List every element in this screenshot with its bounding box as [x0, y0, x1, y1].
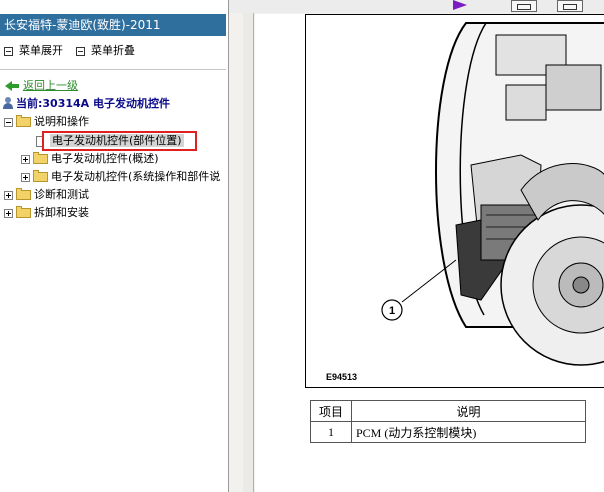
expand-node-icon[interactable]	[4, 190, 13, 200]
collapse-node-icon[interactable]	[4, 117, 13, 127]
folder-icon	[16, 206, 31, 218]
user-icon	[3, 97, 13, 109]
current-location-label: 当前:30314A 电子发动机控件	[16, 97, 171, 110]
engine-bay-illustration: 1	[381, 22, 604, 366]
tree-item-removal-installation[interactable]: 拆卸和安装	[4, 205, 89, 221]
single-page-view-button[interactable]	[511, 0, 537, 12]
tree-item-label[interactable]: 说明和操作	[34, 115, 89, 128]
table-header-row: 项目 说明	[310, 400, 586, 422]
expand-node-icon[interactable]	[21, 154, 30, 164]
parts-table: 项目 说明 1 PCM (动力系控制模块)	[310, 400, 586, 443]
callout-number: 1	[389, 305, 395, 317]
table-row: 1 PCM (动力系控制模块)	[310, 421, 586, 443]
tree-item-overview[interactable]: 电子发动机控件(概述)	[21, 151, 159, 167]
column-header-description: 说明	[351, 400, 586, 422]
expand-all-label: 菜单展开	[19, 44, 63, 57]
component-location-figure: 1 E94513	[305, 14, 604, 388]
collapse-all-button[interactable]: 菜单折叠	[76, 43, 135, 59]
folder-open-icon	[16, 115, 31, 127]
collapse-all-label: 菜单折叠	[91, 44, 135, 57]
folder-icon	[33, 170, 48, 182]
play-icon[interactable]	[453, 0, 467, 10]
item-description: PCM (动力系控制模块)	[351, 421, 586, 443]
expand-node-icon[interactable]	[21, 172, 30, 182]
window-title: 长安福特-蒙迪欧(致胜)-2011	[0, 14, 226, 36]
back-row: 返回上一级	[5, 79, 78, 93]
expand-node-icon[interactable]	[4, 208, 13, 218]
folder-icon	[33, 152, 48, 164]
expand-icon	[4, 46, 13, 56]
divider	[0, 69, 226, 70]
selection-highlight-box	[42, 131, 197, 151]
expand-all-button[interactable]: 菜单展开	[4, 43, 63, 59]
tree-item-label[interactable]: 电子发动机控件(概述)	[51, 152, 159, 165]
tree-item-description-operation[interactable]: 说明和操作	[4, 114, 89, 130]
column-header-item: 项目	[310, 400, 352, 422]
frame-separator[interactable]	[243, 0, 254, 492]
viewer-toolbar	[229, 0, 604, 13]
item-number: 1	[310, 421, 352, 443]
current-location: 当前:30314A 电子发动机控件	[3, 97, 170, 111]
folder-icon	[16, 188, 31, 200]
tree-item-label[interactable]: 拆卸和安装	[34, 206, 89, 219]
tree-item-system-operation[interactable]: 电子发动机控件(系统操作和部件说	[21, 169, 220, 185]
tree-item-label[interactable]: 诊断和测试	[34, 188, 89, 201]
tree-item-label[interactable]: 电子发动机控件(系统操作和部件说	[51, 170, 220, 183]
collapse-icon	[76, 46, 85, 56]
tree-item-diagnosis-testing[interactable]: 诊断和测试	[4, 187, 89, 203]
menu-toolbar: 菜单展开 菜单折叠	[0, 43, 226, 59]
back-link[interactable]: 返回上一级	[23, 79, 78, 92]
navigation-pane: 长安福特-蒙迪欧(致胜)-2011 菜单展开 菜单折叠 返回上一级 当前:303…	[0, 0, 229, 492]
two-page-view-button[interactable]	[557, 0, 583, 12]
back-arrow-icon[interactable]	[5, 81, 19, 91]
figure-id: E94513	[326, 372, 358, 382]
